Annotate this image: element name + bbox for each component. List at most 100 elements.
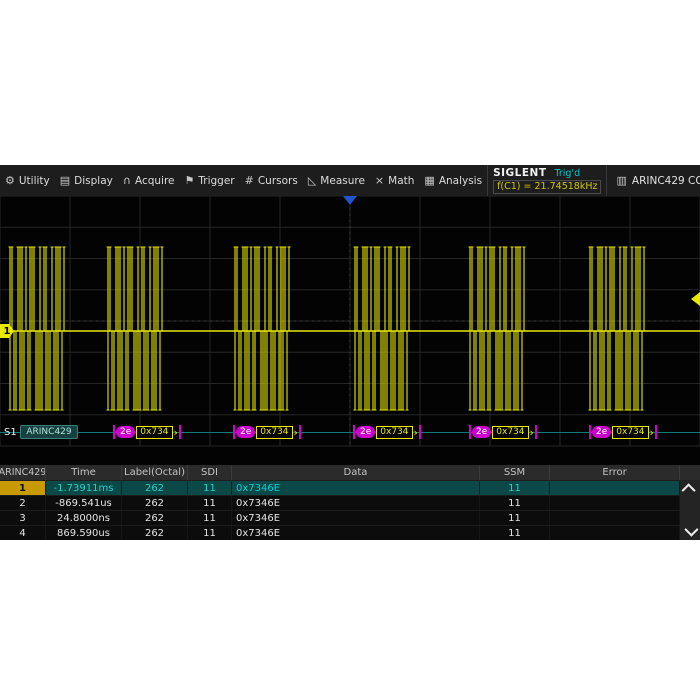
column-header-label: Label(Octal): [122, 465, 188, 480]
waveform-area: 1 S1 ARINC429 2e0x734›2e0x734›2e0x734›2e…: [0, 196, 700, 465]
cell-label: 262: [122, 481, 188, 495]
scroll-down-button[interactable]: [680, 522, 700, 540]
menu-item-cursors[interactable]: # Cursors: [240, 165, 303, 196]
arinc429-burst: [234, 247, 291, 410]
label-field: 2e: [592, 426, 611, 438]
cell-time: 869.590us: [46, 526, 122, 540]
decode-result-bubble: 2e0x734›: [113, 425, 181, 439]
field-start-tick: [113, 425, 115, 439]
table-row[interactable]: 324.8000ns262110x7346E11: [0, 510, 680, 525]
measure-icon: ◺: [308, 174, 316, 187]
data-field: 0x734: [136, 426, 172, 439]
cell-data: 0x7346E: [232, 496, 480, 510]
trigger-position-marker[interactable]: [343, 196, 357, 205]
trigger-flag-icon: ⚑: [185, 174, 195, 187]
field-end-tick: [179, 425, 181, 439]
column-header-error: Error: [550, 465, 680, 480]
column-header-data: Data: [232, 465, 480, 480]
oscilloscope-ui: ⚙ Utility ▤Display∩Acquire⚑Trigger # Cursors…: [0, 165, 700, 540]
analysis-icon: ▦: [424, 174, 434, 187]
arinc429-burst: [469, 247, 526, 410]
menu-item-display[interactable]: ▤Display: [55, 165, 118, 196]
cell-time: -869.541us: [46, 496, 122, 510]
menu-item-label: Utility: [19, 175, 50, 187]
menu-bar-right: SIGLENT Trig'd f(C1) = 21.74518kHz ▥ ARI…: [487, 165, 700, 196]
field-start-tick: [233, 425, 235, 439]
chevron-right-icon: ›: [294, 426, 298, 439]
cell-sdi: 11: [188, 526, 232, 540]
cell-error: [550, 511, 680, 525]
decode-bus-label: S1: [4, 426, 17, 439]
menu-item-label: Measure: [320, 175, 365, 187]
chevron-right-icon: ›: [650, 426, 654, 439]
table-scrollbar: [680, 480, 700, 540]
menu-item-label: Cursors: [258, 175, 298, 187]
gear-icon: ⚙: [5, 174, 15, 187]
cell-time: 24.8000ns: [46, 511, 122, 525]
menu-item-measure[interactable]: ◺ Measure: [303, 165, 370, 196]
chevron-right-icon: ›: [414, 426, 418, 439]
brand-row: SIGLENT Trig'd: [493, 167, 601, 180]
decode-table: ARINC429TimeLabel(Octal)SDIDataSSMError …: [0, 465, 700, 540]
table-row[interactable]: 4869.590us262110x7346E11: [0, 525, 680, 540]
cell-data: 0x7346E: [232, 511, 480, 525]
frequency-readout: f(C1) = 21.74518kHz: [493, 180, 601, 194]
table-body: 1-1.73911ms262110x7346E112-869.541us2621…: [0, 480, 700, 540]
cell-label: 262: [122, 526, 188, 540]
cell-ssm: 11: [480, 511, 550, 525]
column-header-ssm: SSM: [480, 465, 550, 480]
column-header-time: Time: [46, 465, 122, 480]
math-icon: ×: [375, 174, 384, 187]
table-row[interactable]: 2-869.541us262110x7346E11: [0, 495, 680, 510]
trigger-level-marker[interactable]: [691, 292, 700, 306]
label-field: 2e: [236, 426, 255, 438]
siglent-logo: SIGLENT: [493, 167, 546, 180]
cell-sdi: 11: [188, 511, 232, 525]
cell-idx: 1: [0, 481, 46, 495]
column-header-idx: ARINC429: [0, 465, 46, 480]
decode-result-bubble: 2e0x734›: [469, 425, 537, 439]
field-end-tick: [299, 425, 301, 439]
arinc429-badge[interactable]: ARINC429: [20, 425, 78, 439]
cell-idx: 3: [0, 511, 46, 525]
cell-ssm: 11: [480, 481, 550, 495]
data-field: 0x734: [612, 426, 648, 439]
arinc429-burst: [589, 247, 646, 410]
cursors-icon: #: [245, 174, 254, 187]
chevron-right-icon: ›: [174, 426, 178, 439]
menu-item-acquire[interactable]: ∩Acquire: [118, 165, 180, 196]
cell-data: 0x7346E: [232, 481, 480, 495]
scroll-up-button[interactable]: [680, 480, 700, 498]
cell-label: 262: [122, 496, 188, 510]
menu-item-trigger[interactable]: ⚑Trigger: [180, 165, 240, 196]
arinc429-config-button[interactable]: ▥ ARINC429 CONFIG: [606, 165, 700, 196]
menu-item-analysis[interactable]: ▦Analysis: [419, 165, 487, 196]
label-field: 2e: [356, 426, 375, 438]
menu-item-label: Acquire: [135, 175, 175, 187]
menu-items: ⚙ Utility ▤Display∩Acquire⚑Trigger # Cursors…: [0, 165, 487, 196]
menu-item-utility[interactable]: ⚙ Utility: [0, 165, 55, 196]
cell-ssm: 11: [480, 526, 550, 540]
field-start-tick: [589, 425, 591, 439]
config-label: ARINC429 CONFIG: [632, 175, 700, 187]
brand-block: SIGLENT Trig'd f(C1) = 21.74518kHz: [487, 165, 606, 196]
arinc429-burst: [107, 247, 164, 410]
decode-result-bubble: 2e0x734›: [233, 425, 301, 439]
arinc429-burst: [9, 247, 66, 410]
field-end-tick: [419, 425, 421, 439]
column-header-sdi: SDI: [188, 465, 232, 480]
cell-error: [550, 496, 680, 510]
cell-sdi: 11: [188, 481, 232, 495]
table-row[interactable]: 1-1.73911ms262110x7346E11: [0, 480, 680, 495]
menu-item-label: Math: [388, 175, 414, 187]
menu-item-math[interactable]: × Math: [370, 165, 419, 196]
decode-result-bubble: 2e0x734›: [353, 425, 421, 439]
field-start-tick: [353, 425, 355, 439]
cell-label: 262: [122, 511, 188, 525]
chevron-up-icon: [682, 483, 696, 497]
label-field: 2e: [472, 426, 491, 438]
label-field: 2e: [116, 426, 135, 438]
cell-error: [550, 526, 680, 540]
data-field: 0x734: [492, 426, 528, 439]
menu-bar: ⚙ Utility ▤Display∩Acquire⚑Trigger # Cursors…: [0, 165, 700, 196]
